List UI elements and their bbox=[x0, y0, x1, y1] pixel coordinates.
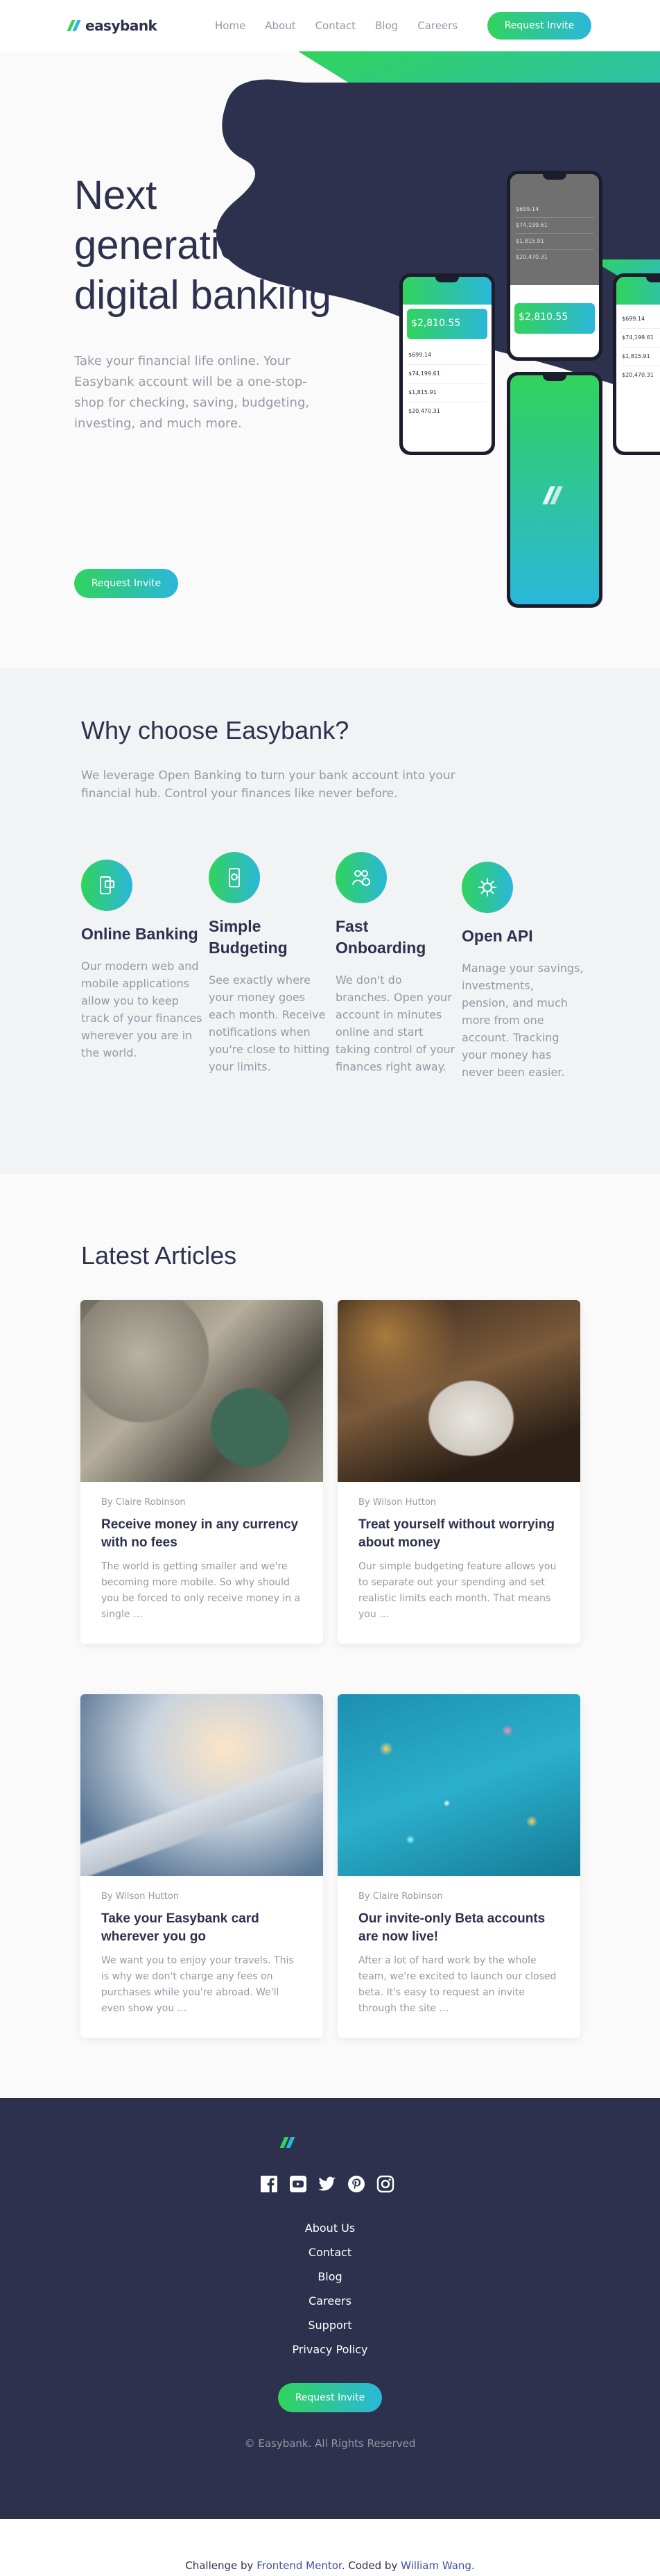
phone-row: $20,470.31 bbox=[408, 408, 440, 414]
nav-home[interactable]: Home bbox=[215, 19, 245, 32]
article-author: By Wilson Hutton bbox=[101, 1891, 180, 1902]
article-author: By Claire Robinson bbox=[101, 1497, 186, 1508]
nav-careers[interactable]: Careers bbox=[417, 19, 458, 32]
article-excerpt: The world is getting smaller and we're b… bbox=[101, 1561, 301, 1620]
social-links bbox=[259, 2174, 395, 2194]
article-excerpt: We want you to enjoy your travels. This … bbox=[101, 1955, 294, 2014]
nav-about[interactable]: About bbox=[265, 19, 295, 32]
article-card[interactable]: By Wilson Hutton Take your Easybank card… bbox=[80, 1694, 323, 2038]
feature-online-banking: Online Banking Our modern web and mobile… bbox=[81, 860, 203, 1061]
phone-balance: $2,810.55 bbox=[411, 318, 461, 329]
article-excerpt: Our simple budgeting feature allows you … bbox=[358, 1561, 557, 1620]
feature-simple-budgeting: Simple Budgeting See exactly where your … bbox=[209, 852, 331, 1075]
nav-contact[interactable]: Contact bbox=[315, 19, 356, 32]
article-image-currency bbox=[80, 1300, 323, 1482]
article-card[interactable]: By Wilson Hutton Treat yourself without … bbox=[338, 1300, 580, 1644]
instagram-icon[interactable] bbox=[376, 2174, 395, 2194]
attribution-middle: . Coded by bbox=[341, 2559, 398, 2572]
hero-copy: Next generation digital banking Take you… bbox=[74, 171, 338, 434]
logo-text: easybank bbox=[85, 17, 157, 34]
article-title[interactable]: Receive money in any currency with no fe… bbox=[101, 1516, 302, 1552]
phone-mockup bbox=[507, 372, 602, 608]
header-request-invite-button[interactable]: Request Invite bbox=[487, 12, 591, 40]
hero-title: Next generation digital banking bbox=[74, 173, 331, 318]
article-title[interactable]: Treat yourself without worrying about mo… bbox=[358, 1516, 559, 1552]
footer-link-blog[interactable]: Blog bbox=[0, 2264, 660, 2289]
hero-section: Next generation digital banking Take you… bbox=[0, 51, 660, 667]
why-title: Why choose Easybank? bbox=[81, 716, 349, 744]
phone-logo-icon bbox=[542, 486, 563, 504]
feature-title: Fast Onboarding bbox=[336, 917, 426, 957]
phone-row: $1,815.91 bbox=[408, 384, 486, 402]
phone-mockup: $699.14 $74,199.61 $1,815.91 $20,470.31 bbox=[613, 273, 660, 455]
article-card[interactable]: By Claire Robinson Our invite-only Beta … bbox=[338, 1694, 580, 2038]
footer-link-careers[interactable]: Careers bbox=[0, 2289, 660, 2313]
api-icon bbox=[462, 862, 513, 913]
logo[interactable]: easybank bbox=[67, 17, 157, 34]
article-author: By Wilson Hutton bbox=[358, 1497, 437, 1508]
feature-open-api: Open API Manage your savings, investment… bbox=[462, 862, 584, 1081]
logo-mark-icon bbox=[67, 20, 81, 31]
attribution-bar: Challenge by Frontend Mentor. Coded by W… bbox=[0, 2519, 660, 2576]
feature-title: Simple Budgeting bbox=[209, 917, 288, 957]
articles-section: Latest Articles By Claire Robinson Recei… bbox=[0, 1174, 660, 2098]
site-footer: About Us Contact Blog Careers Support Pr… bbox=[0, 2098, 660, 2519]
article-title[interactable]: Our invite-only Beta accounts are now li… bbox=[358, 1910, 559, 1946]
feature-fast-onboarding: Fast Onboarding We don't do branches. Op… bbox=[336, 852, 458, 1075]
article-image-plane bbox=[80, 1694, 323, 1876]
pinterest-icon[interactable] bbox=[347, 2174, 366, 2194]
site-header: easybank Home About Contact Blog Careers… bbox=[0, 0, 660, 51]
onboarding-icon bbox=[336, 852, 387, 903]
footer-link-about-us[interactable]: About Us bbox=[0, 2216, 660, 2240]
frontend-mentor-link[interactable]: Frontend Mentor bbox=[257, 2559, 342, 2572]
phone-row: $74,199.61 bbox=[408, 365, 486, 384]
article-excerpt: After a lot of hard work by the whole te… bbox=[358, 1955, 557, 2014]
attribution: Challenge by Frontend Mentor. Coded by W… bbox=[0, 2559, 660, 2572]
footer-request-invite-button[interactable]: Request Invite bbox=[278, 2383, 382, 2412]
articles-title: Latest Articles bbox=[81, 1241, 237, 1270]
footer-link-support[interactable]: Support bbox=[0, 2313, 660, 2337]
feature-title: Open API bbox=[462, 927, 533, 945]
main-nav: Home About Contact Blog Careers bbox=[215, 19, 458, 32]
youtube-icon[interactable] bbox=[288, 2174, 308, 2194]
attribution-prefix: Challenge by bbox=[185, 2559, 254, 2572]
footer-link-privacy-policy[interactable]: Privacy Policy bbox=[0, 2337, 660, 2362]
feature-description: We don't do branches. Open your account … bbox=[336, 973, 455, 1073]
article-author: By Claire Robinson bbox=[358, 1891, 443, 1902]
twitter-icon[interactable] bbox=[318, 2174, 337, 2194]
article-image-restaurant bbox=[338, 1300, 580, 1482]
attribution-suffix: . bbox=[471, 2559, 475, 2572]
budgeting-icon bbox=[209, 852, 260, 903]
nav-blog[interactable]: Blog bbox=[375, 19, 398, 32]
online-banking-icon bbox=[81, 860, 132, 911]
hero-description: Take your financial life online. Your Ea… bbox=[74, 354, 310, 431]
phone-row: $699.14 bbox=[408, 346, 486, 365]
phone-mockup: $2,810.55 $699.14 $74,199.61 $1,815.91 $… bbox=[399, 273, 495, 455]
why-section: Why choose Easybank? We leverage Open Ba… bbox=[0, 667, 660, 1174]
article-title[interactable]: Take your Easybank card wherever you go bbox=[101, 1910, 302, 1946]
feature-title: Online Banking bbox=[81, 925, 198, 943]
footer-logo-icon[interactable] bbox=[279, 2137, 295, 2148]
article-image-confetti bbox=[338, 1694, 580, 1876]
why-intro: We leverage Open Banking to turn your ba… bbox=[81, 769, 455, 801]
author-link[interactable]: William Wang bbox=[401, 2559, 471, 2572]
feature-description: Our modern web and mobile applications a… bbox=[81, 959, 202, 1059]
copyright: © Easybank. All Rights Reserved bbox=[244, 2437, 416, 2450]
facebook-icon[interactable] bbox=[259, 2174, 279, 2194]
feature-description: Manage your savings, investments, pensio… bbox=[462, 962, 584, 1079]
feature-description: See exactly where your money goes each m… bbox=[209, 973, 330, 1073]
article-card[interactable]: By Claire Robinson Receive money in any … bbox=[80, 1300, 323, 1644]
footer-links: About Us Contact Blog Careers Support Pr… bbox=[0, 2216, 660, 2362]
phone-mockup: $699.14 $74,199.61 $1,815.91 $20,470.31 … bbox=[507, 171, 602, 361]
footer-link-contact[interactable]: Contact bbox=[0, 2240, 660, 2264]
hero-request-invite-button[interactable]: Request Invite bbox=[74, 569, 178, 598]
